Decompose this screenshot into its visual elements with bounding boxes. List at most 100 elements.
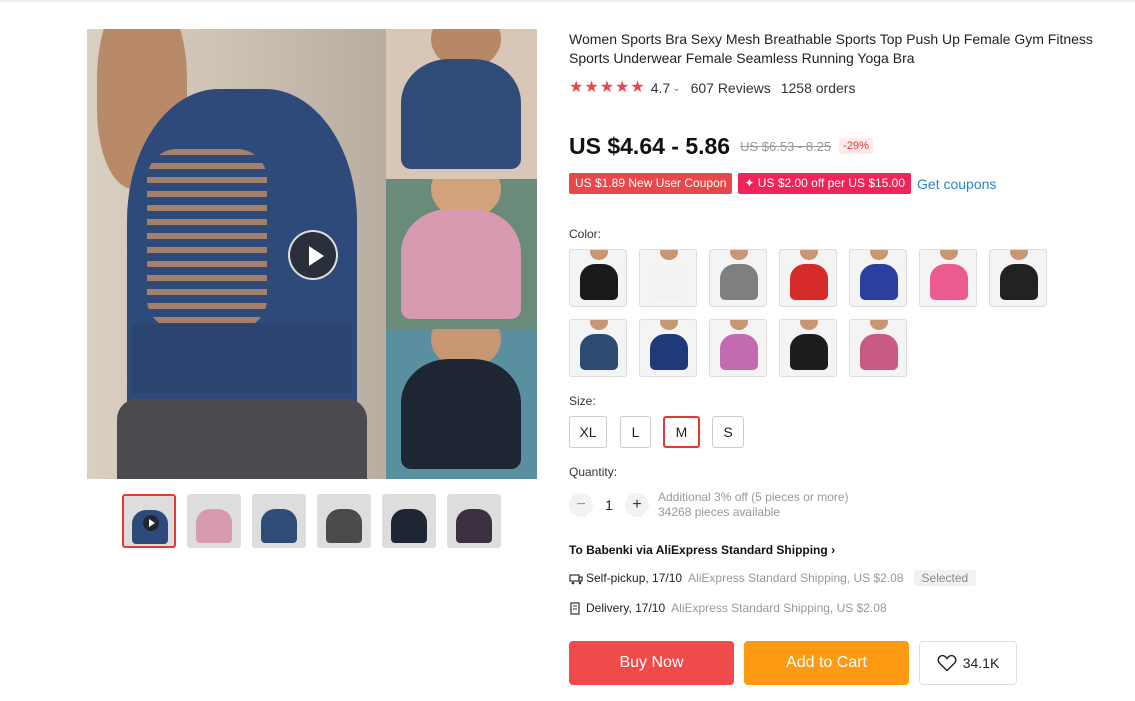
shipping-destination-link[interactable]: To Babenki via AliExpress Standard Shipp…	[569, 543, 835, 557]
shipping-title: To Babenki via AliExpress Standard Shipp…	[569, 543, 828, 557]
model-head	[870, 250, 888, 260]
thumbnail-garment	[456, 509, 492, 543]
current-price: US $4.64 - 5.86	[569, 132, 731, 159]
wishlist-count: 34.1K	[962, 655, 1000, 671]
buy-now-button[interactable]: Buy Now	[569, 641, 734, 685]
swatch-garment	[580, 334, 618, 370]
color-swatch-white[interactable]	[639, 249, 697, 307]
thumbnail-2[interactable]	[187, 494, 241, 548]
discount-badge: -29%	[839, 138, 873, 154]
size-option-m[interactable]: M	[663, 416, 700, 448]
store-coupon[interactable]: ✦ US $2.00 off per US $15.00	[738, 173, 912, 194]
top-divider	[0, 0, 1135, 2]
model-head	[590, 250, 608, 260]
chevron-down-icon[interactable]: ⌄	[672, 83, 680, 94]
pickup-method: AliExpress Standard Shipping, US $2.08	[688, 571, 904, 585]
side-image-3[interactable]	[386, 329, 537, 479]
size-option-s[interactable]: S	[712, 416, 744, 448]
swatch-garment	[650, 264, 688, 300]
color-swatch-royal-blue[interactable]	[639, 319, 697, 377]
swatch-garment	[650, 334, 688, 370]
thumbnail-1[interactable]	[122, 494, 176, 548]
color-swatch-black-2[interactable]	[779, 319, 837, 377]
star-icon: ★	[569, 79, 584, 96]
rating-value[interactable]: 4.7	[651, 80, 670, 96]
star-icon: ★	[599, 79, 615, 96]
thumbnail-garment	[196, 509, 232, 543]
thumbnail-5[interactable]	[382, 494, 436, 548]
pickup-date: Self-pickup, 17/10	[586, 571, 683, 585]
model-head	[1010, 250, 1028, 260]
pickup-icon	[569, 573, 583, 584]
thumbnail-3[interactable]	[252, 494, 306, 548]
swatch-garment	[790, 334, 828, 370]
quantity-value[interactable]: 1	[593, 497, 625, 513]
garment-shape	[401, 209, 521, 319]
color-swatch-black-mesh[interactable]	[989, 249, 1047, 307]
garment-band	[132, 324, 352, 394]
model-head	[800, 320, 818, 330]
original-price: US $6.53 - 8.25	[740, 138, 832, 154]
model-head	[730, 250, 748, 260]
thumbnail-garment	[391, 509, 427, 543]
swatch-garment	[720, 334, 758, 370]
model-head	[800, 250, 818, 260]
add-to-cart-button[interactable]: Add to Cart	[744, 641, 909, 685]
color-swatch-pink[interactable]	[919, 249, 977, 307]
swatch-garment	[860, 334, 898, 370]
coupon-row: US $1.89 New User Coupon ✦ US $2.00 off …	[569, 173, 996, 194]
delivery-date: Delivery, 17/10	[586, 601, 666, 615]
size-option-l[interactable]: L	[620, 416, 651, 448]
color-swatch-blue[interactable]	[849, 249, 907, 307]
garment-shape	[401, 59, 521, 169]
leggings	[117, 399, 367, 479]
thumbnail-4[interactable]	[317, 494, 371, 548]
wishlist-button[interactable]: 34.1K	[919, 641, 1017, 685]
reviews-link[interactable]: 607 Reviews	[691, 80, 771, 96]
product-title: Women Sports Bra Sexy Mesh Breathable Sp…	[569, 31, 1093, 66]
swatch-garment	[930, 264, 968, 300]
color-swatch-rose[interactable]	[849, 319, 907, 377]
color-swatch-red[interactable]	[779, 249, 837, 307]
swatch-garment	[1000, 264, 1038, 300]
thumbnail-garment	[261, 509, 297, 543]
self-pickup-option[interactable]: Self-pickup, 17/10 AliExpress Standard S…	[569, 570, 977, 586]
swatch-garment	[720, 264, 758, 300]
model-head	[870, 320, 888, 330]
mesh-pattern	[147, 149, 267, 329]
star-icon: ★	[630, 79, 645, 96]
product-gallery	[87, 29, 537, 479]
star-icon: ★	[615, 79, 630, 96]
color-swatch-navy[interactable]	[569, 319, 627, 377]
selected-badge: Selected	[913, 570, 977, 586]
swatch-garment	[580, 264, 618, 300]
model-head	[730, 320, 748, 330]
color-swatch-gray[interactable]	[709, 249, 767, 307]
delivery-option[interactable]: Delivery, 17/10 AliExpress Standard Ship…	[569, 600, 887, 616]
model-head	[940, 250, 958, 260]
thumbnail-garment	[326, 509, 362, 543]
play-video-icon[interactable]	[288, 230, 338, 280]
stock-available: 34268 pieces available	[658, 505, 781, 519]
size-option-xl[interactable]: XL	[569, 416, 607, 448]
swatch-garment	[790, 264, 828, 300]
get-coupons-link[interactable]: Get coupons	[917, 176, 996, 192]
orders-count: 1258 orders	[780, 80, 856, 96]
bulk-discount-note: Additional 3% off (5 pieces or more)	[658, 490, 849, 504]
heart-icon	[937, 654, 957, 672]
color-swatch-black[interactable]	[569, 249, 627, 307]
quantity-increase-button[interactable]: +	[625, 493, 649, 517]
color-swatch-orchid[interactable]	[709, 319, 767, 377]
side-image-2[interactable]	[386, 179, 537, 329]
quantity-info: Additional 3% off (5 pieces or more) 342…	[658, 490, 849, 520]
color-label: Color:	[569, 227, 602, 241]
delivery-icon	[570, 601, 580, 615]
quantity-stepper: − 1 + Additional 3% off (5 pieces or mor…	[569, 490, 849, 520]
new-user-coupon[interactable]: US $1.89 New User Coupon	[569, 173, 733, 194]
main-product-image[interactable]	[87, 29, 386, 479]
side-image-1[interactable]	[386, 29, 537, 179]
price-row: US $4.64 - 5.86 US $6.53 - 8.25 -29%	[569, 131, 873, 161]
thumbnail-6[interactable]	[447, 494, 501, 548]
quantity-decrease-button[interactable]: −	[569, 493, 593, 517]
star-rating: ★ ★ ★ ★ ★	[569, 80, 645, 96]
